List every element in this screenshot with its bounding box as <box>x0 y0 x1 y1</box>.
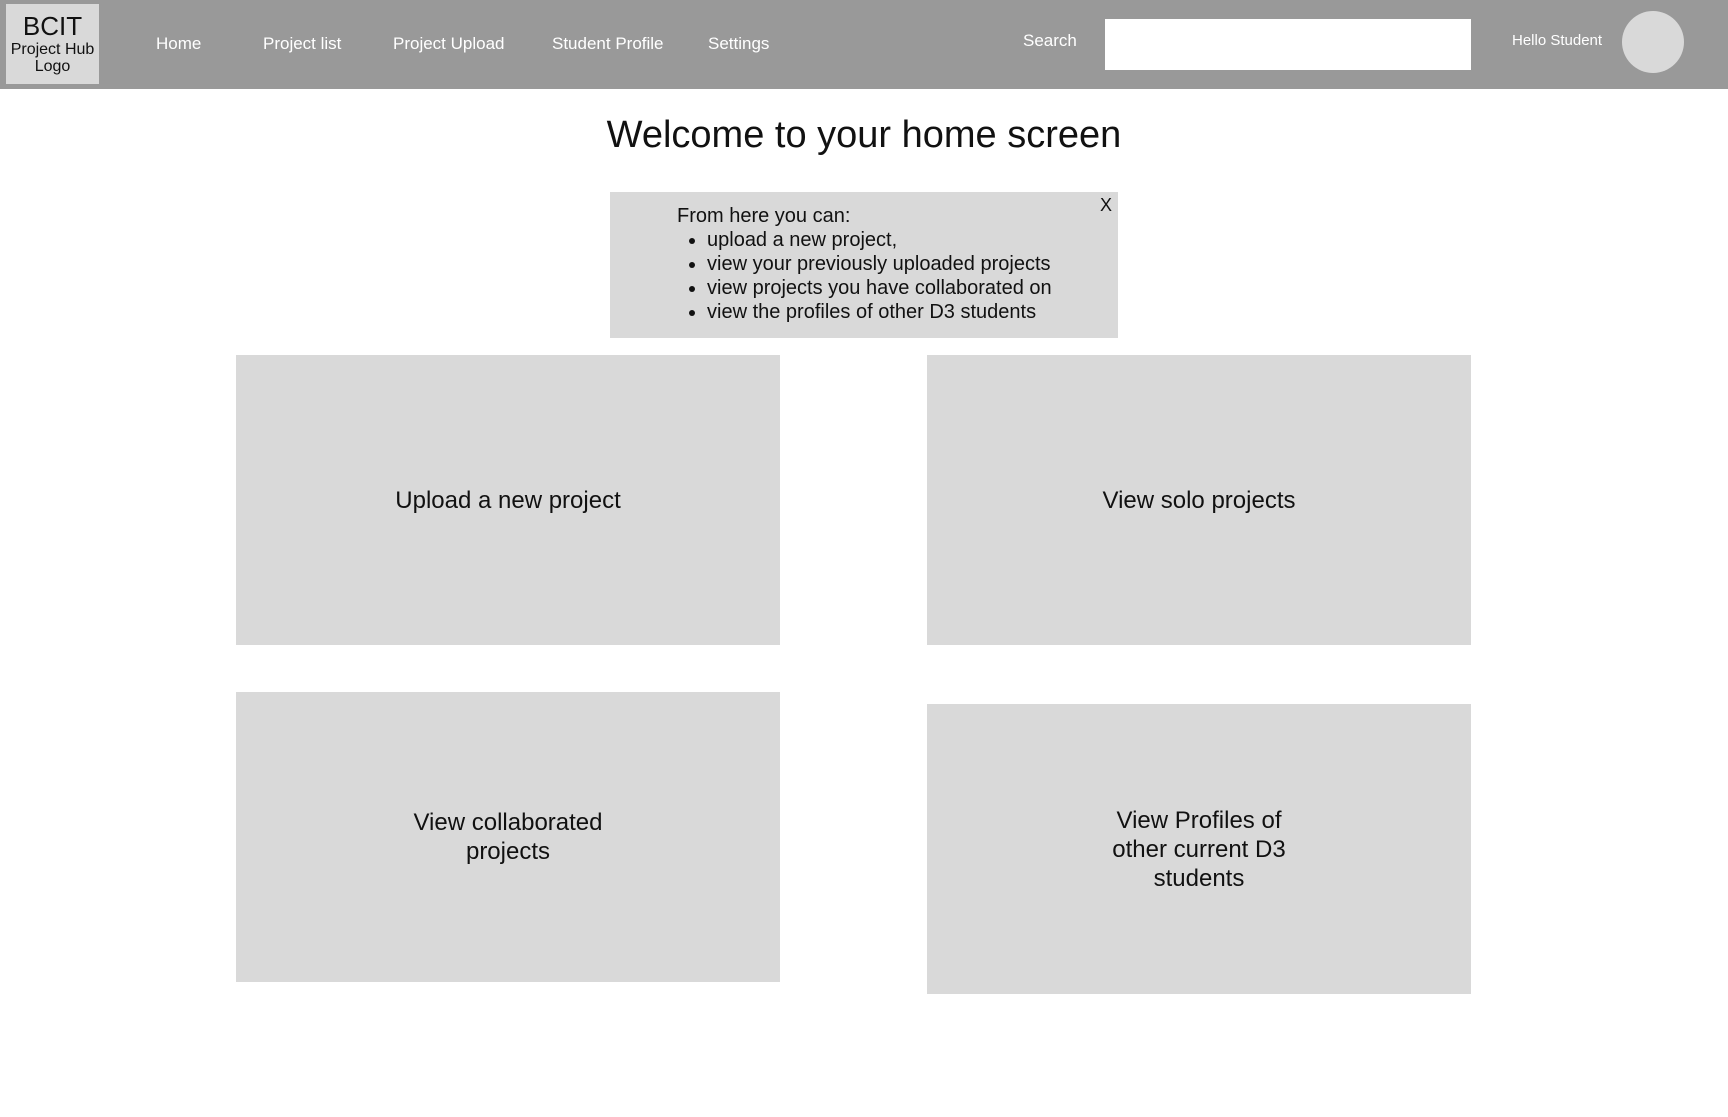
tile-label: View Profiles of other current D3 studen… <box>1112 806 1286 892</box>
close-info-button[interactable]: X <box>1100 196 1112 214</box>
avatar[interactable] <box>1622 11 1684 73</box>
nav-settings-link[interactable]: Settings <box>708 34 769 54</box>
tile-label: Upload a new project <box>395 486 621 514</box>
nav-student-profile-link[interactable]: Student Profile <box>552 34 664 54</box>
upload-project-tile[interactable]: Upload a new project <box>236 355 780 645</box>
user-greeting: Hello Student <box>1512 32 1603 49</box>
logo-subtitle: Project Hub <box>10 40 95 58</box>
info-intro: From here you can: <box>677 205 851 227</box>
info-list-item: view the profiles of other D3 students <box>707 300 1118 324</box>
nav-project-list-link[interactable]: Project list <box>263 34 341 54</box>
logo-caption: Logo <box>34 58 71 76</box>
tile-label: View solo projects <box>1102 486 1296 514</box>
info-list-item: view projects you have collaborated on <box>707 276 1118 300</box>
student-profiles-tile[interactable]: View Profiles of other current D3 studen… <box>927 704 1471 994</box>
info-list: upload a new project, view your previous… <box>677 228 1118 324</box>
bcit-logo[interactable]: BCIT Project Hub Logo <box>6 4 99 84</box>
logo-title: BCIT <box>22 11 83 41</box>
page-title: Welcome to your home screen <box>606 114 1122 156</box>
search-input[interactable] <box>1105 19 1471 70</box>
nav-home-link[interactable]: Home <box>156 34 201 54</box>
collaborated-projects-tile[interactable]: View collaborated projects <box>236 692 780 982</box>
info-list-item: view your previously uploaded projects <box>707 252 1118 276</box>
solo-projects-tile[interactable]: View solo projects <box>927 355 1471 645</box>
tile-label: View collaborated projects <box>413 809 603 865</box>
nav-project-upload-link[interactable]: Project Upload <box>393 34 505 54</box>
info-panel: From here you can: upload a new project,… <box>610 192 1118 338</box>
top-navbar: BCIT Project Hub Logo Home Project list … <box>0 0 1728 89</box>
search-label: Search <box>1023 31 1077 50</box>
info-list-item: upload a new project, <box>707 228 1118 252</box>
